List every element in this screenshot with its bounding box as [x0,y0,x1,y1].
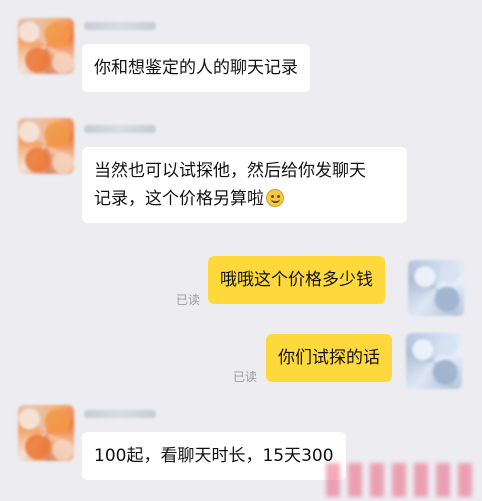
incoming-message-bubble[interactable]: 当然也可以试探他，然后给你发聊天 记录，这个价格另算啦 [82,147,407,223]
incoming-message-bubble[interactable]: 100起，看聊天时长，15天300 [82,432,346,480]
my-avatar[interactable] [406,333,462,389]
contact-name-blurred [84,22,156,30]
contact-name-blurred [84,410,156,418]
message-text: 哦哦这个价格多少钱 [220,270,373,290]
message-text-line: 当然也可以试探他，然后给你发聊天 [94,161,366,181]
message-text: 你和想鉴定的人的聊天记录 [94,58,298,78]
my-avatar[interactable] [408,260,464,316]
watermark-blurred [326,463,476,497]
contact-name-blurred [84,125,156,133]
contact-avatar[interactable] [18,18,74,74]
read-status: 已读 [176,293,201,307]
contact-avatar[interactable] [18,118,74,174]
incoming-message-bubble[interactable]: 你和想鉴定的人的聊天记录 [82,44,310,92]
outgoing-message-bubble[interactable]: 哦哦这个价格多少钱 [208,256,385,304]
message-text: 100起，看聊天时长，15天300 [94,446,334,466]
contact-avatar[interactable] [18,405,74,461]
message-text-line: 记录，这个价格另算啦 [94,189,264,209]
smile-emoji-icon [266,189,284,207]
read-status: 已读 [233,370,258,384]
outgoing-message-bubble[interactable]: 你们试探的话 [266,334,392,382]
message-text: 你们试探的话 [278,348,380,368]
